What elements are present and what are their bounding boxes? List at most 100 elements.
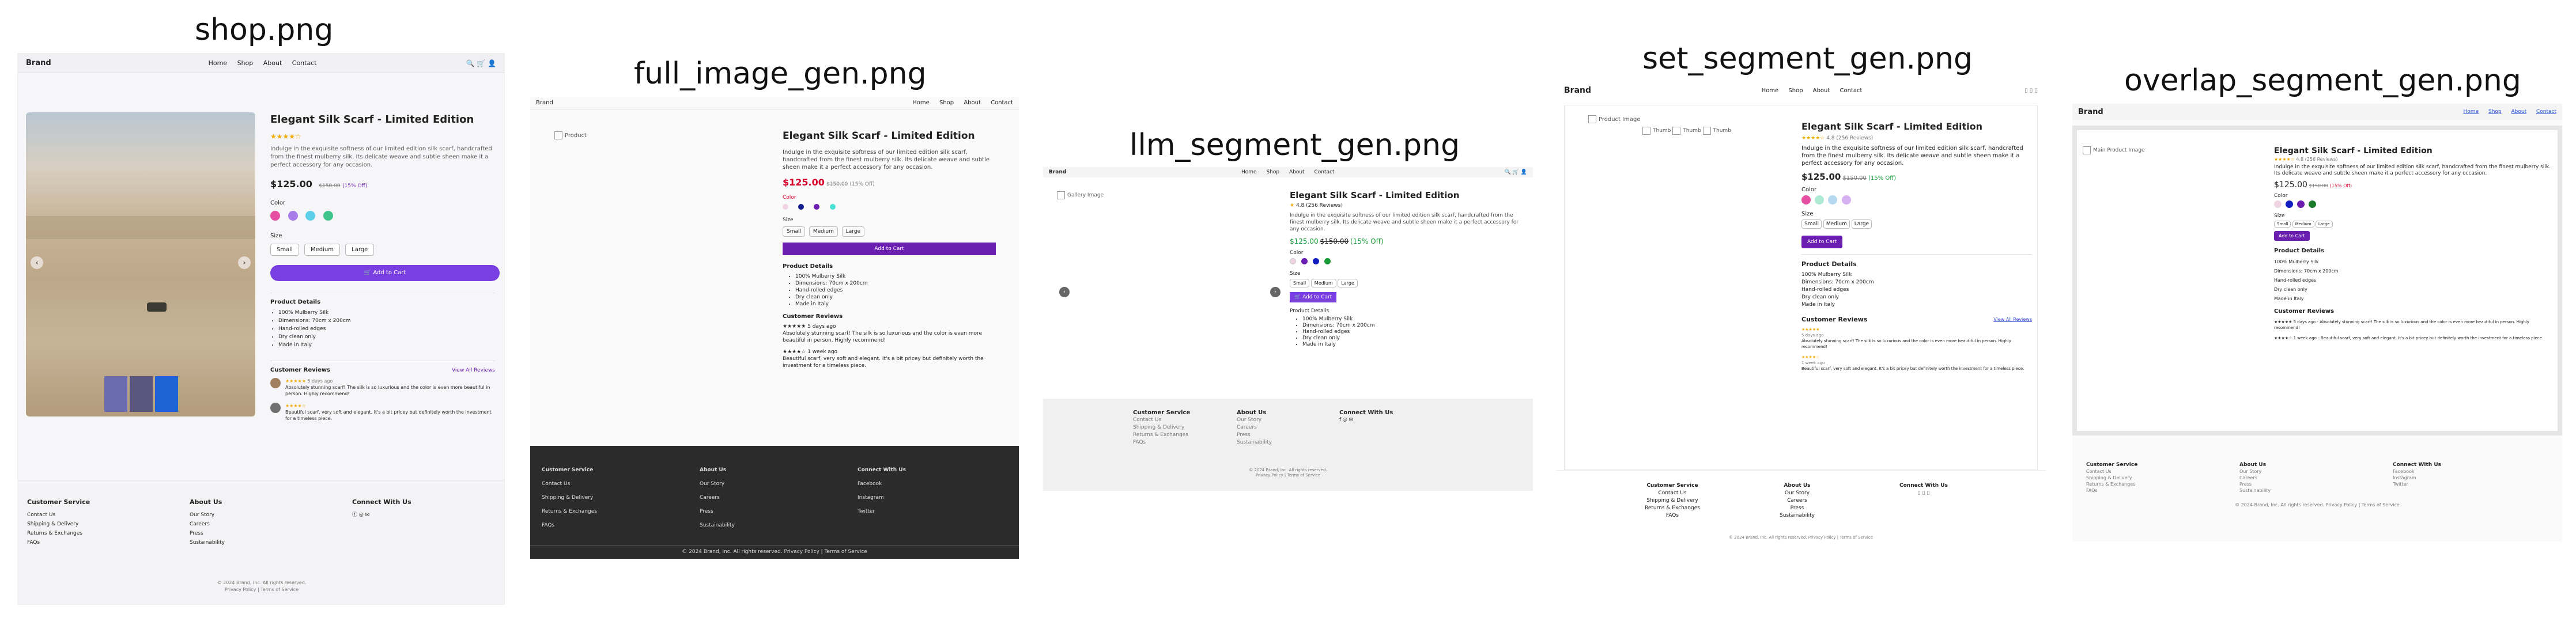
twitter-icon[interactable]: ✉ — [365, 512, 370, 518]
add-to-cart-button[interactable]: Add to Cart — [2274, 231, 2310, 241]
brand-logo[interactable]: Brand — [536, 100, 553, 106]
legal-links[interactable]: Privacy Policy | Terms of Service — [2326, 502, 2400, 508]
user-icon[interactable]: ▯ — [2034, 88, 2038, 94]
nav-home[interactable]: Home — [1762, 88, 1779, 94]
facebook-icon[interactable]: f — [1339, 417, 1341, 423]
cart-icon[interactable]: 🛒 — [477, 59, 485, 67]
footer-link[interactable]: Careers — [1780, 497, 1815, 505]
color-swatch[interactable] — [1801, 195, 1811, 205]
size-large[interactable]: Large — [1338, 279, 1358, 287]
size-small[interactable]: Small — [270, 244, 299, 256]
instagram-icon[interactable]: ▯ — [1922, 490, 1925, 496]
footer-link[interactable]: Sustainability — [1780, 512, 1815, 520]
prev-image-button[interactable]: ‹ — [31, 256, 43, 269]
facebook-icon[interactable]: ⓕ — [352, 512, 357, 518]
user-icon[interactable]: 👤 — [1521, 169, 1527, 175]
size-medium[interactable]: Medium — [2292, 221, 2314, 228]
color-swatch[interactable] — [1815, 195, 1825, 205]
footer-link[interactable]: Press — [1780, 505, 1815, 512]
nav-contact[interactable]: Contact — [2536, 109, 2556, 115]
nav-home[interactable]: Home — [912, 100, 930, 106]
footer-link[interactable]: Shipping & Delivery — [2086, 475, 2137, 481]
size-medium[interactable]: Medium — [1823, 219, 1850, 229]
footer-link[interactable]: Our Story — [1780, 490, 1815, 497]
add-to-cart-button[interactable]: Add to Cart — [783, 243, 996, 255]
next-image-button[interactable]: › — [1270, 287, 1281, 297]
footer-link[interactable]: Our Story — [700, 477, 735, 491]
footer-link[interactable]: Returns & Exchanges — [27, 529, 90, 538]
footer-link[interactable]: Sustainability — [1237, 439, 1272, 446]
size-large[interactable]: Large — [2315, 221, 2333, 228]
footer-link[interactable]: Contact Us — [2086, 468, 2137, 475]
thumbnail[interactable]: Thumb — [1642, 127, 1671, 135]
footer-link[interactable]: Contact Us — [542, 477, 597, 491]
nav-about[interactable]: About — [1289, 169, 1305, 175]
search-icon[interactable]: ▯ — [2024, 88, 2028, 94]
nav-about[interactable]: About — [2511, 109, 2527, 115]
nav-shop[interactable]: Shop — [1788, 88, 1803, 94]
add-to-cart-button[interactable]: 🛒 Add to Cart — [1290, 292, 1337, 302]
size-small[interactable]: Small — [1801, 219, 1822, 229]
footer-link[interactable]: Sustainability — [700, 518, 735, 532]
size-medium[interactable]: Medium — [1310, 279, 1336, 287]
add-to-cart-button[interactable]: 🛒 Add to Cart — [270, 265, 500, 281]
footer-link[interactable]: FAQs — [27, 538, 90, 547]
twitter-icon[interactable]: ▯ — [1927, 490, 1929, 496]
brand-logo[interactable]: Brand — [2078, 108, 2103, 116]
size-large[interactable]: Large — [345, 244, 375, 256]
color-swatch[interactable] — [2285, 200, 2293, 208]
nav-contact[interactable]: Contact — [1314, 169, 1334, 175]
footer-link[interactable]: Our Story — [190, 510, 225, 520]
color-swatch[interactable] — [270, 211, 280, 221]
footer-link[interactable]: Shipping & Delivery — [542, 491, 597, 505]
footer-link[interactable]: Our Story — [1237, 416, 1272, 424]
thumbnail[interactable] — [130, 376, 153, 412]
size-large[interactable]: Large — [1851, 219, 1872, 229]
nav-about[interactable]: About — [964, 100, 981, 106]
color-swatch[interactable] — [814, 204, 820, 210]
footer-link[interactable]: Twitter — [2393, 481, 2441, 487]
size-small[interactable]: Small — [783, 226, 805, 237]
nav-about[interactable]: About — [1813, 88, 1830, 94]
footer-link[interactable]: Careers — [190, 520, 225, 529]
search-icon[interactable]: 🔍 — [1505, 169, 1511, 175]
nav-contact[interactable]: Contact — [991, 100, 1013, 106]
color-swatch[interactable] — [305, 211, 315, 221]
footer-link[interactable]: Press — [190, 529, 225, 538]
footer-link[interactable]: Shipping & Delivery — [1133, 424, 1190, 431]
footer-link[interactable]: FAQs — [1133, 439, 1190, 446]
size-medium[interactable]: Medium — [809, 226, 838, 237]
footer-link[interactable]: FAQs — [1645, 512, 1700, 520]
size-small[interactable]: Small — [2274, 221, 2291, 228]
nav-about[interactable]: About — [263, 59, 282, 67]
legal-links[interactable]: Privacy Policy | Terms of Service — [1043, 473, 1533, 478]
brand-logo[interactable]: Brand — [1564, 86, 1591, 95]
nav-contact[interactable]: Contact — [1840, 88, 1863, 94]
color-swatch[interactable] — [2274, 200, 2282, 208]
footer-link[interactable]: Shipping & Delivery — [27, 520, 90, 529]
legal-links[interactable]: Privacy Policy | Terms of Service — [18, 586, 504, 593]
color-swatch[interactable] — [2297, 200, 2305, 208]
color-swatch[interactable] — [323, 211, 333, 221]
prev-image-button[interactable]: ‹ — [1059, 287, 1070, 297]
color-swatch[interactable] — [829, 204, 836, 210]
footer-link[interactable]: Careers — [2239, 475, 2271, 481]
footer-link[interactable]: Instagram — [2393, 475, 2441, 481]
nav-home[interactable]: Home — [1241, 169, 1257, 175]
footer-link[interactable]: Returns & Exchanges — [542, 505, 597, 518]
footer-link[interactable]: Contact Us — [1133, 416, 1190, 424]
color-swatch[interactable] — [1312, 258, 1319, 264]
size-large[interactable]: Large — [841, 226, 865, 237]
footer-link[interactable]: Returns & Exchanges — [2086, 481, 2137, 487]
footer-link[interactable]: Sustainability — [190, 538, 225, 547]
user-icon[interactable]: 👤 — [488, 59, 496, 67]
nav-home[interactable]: Home — [209, 59, 227, 67]
thumbnail[interactable]: Thumb — [1703, 127, 1731, 135]
brand-logo[interactable]: Brand — [1049, 169, 1066, 175]
color-swatch[interactable] — [1301, 258, 1308, 264]
footer-link[interactable]: Contact Us — [27, 510, 90, 520]
footer-link[interactable]: Press — [700, 505, 735, 518]
color-swatch[interactable] — [2308, 200, 2316, 208]
footer-link[interactable]: FAQs — [2086, 487, 2137, 494]
color-swatch[interactable] — [783, 204, 788, 210]
